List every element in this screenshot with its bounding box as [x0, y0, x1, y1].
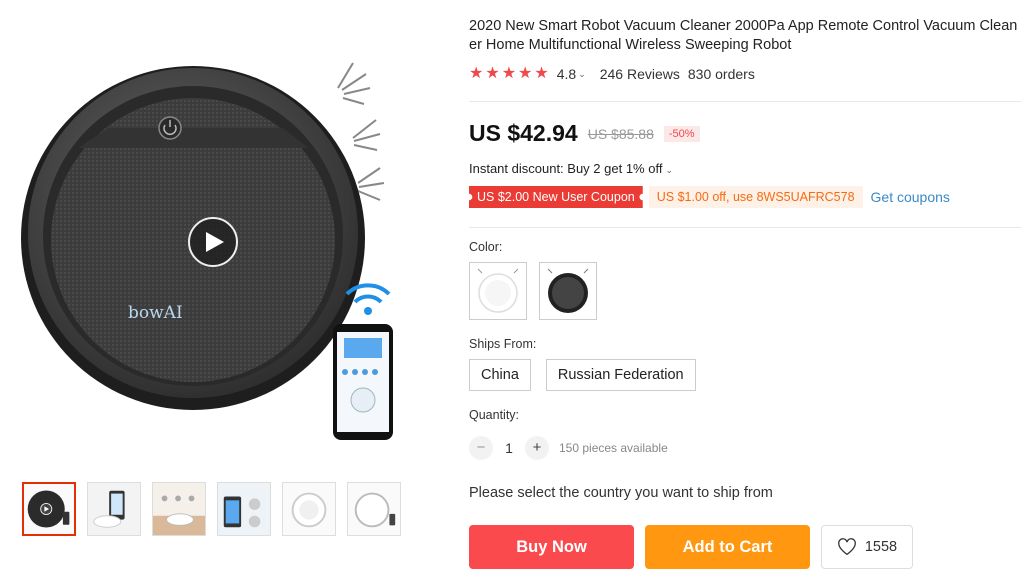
thumbnail-2[interactable]	[87, 482, 141, 536]
original-price: US $85.88	[587, 125, 654, 142]
quantity-decrease-button[interactable]: −	[469, 436, 493, 460]
stock-available: 150 pieces available	[559, 441, 668, 455]
thumbnail-4[interactable]	[217, 482, 271, 536]
ships-from-label: Ships From:	[469, 337, 537, 351]
chevron-down-icon[interactable]: ⌄	[578, 69, 586, 80]
thumbnail-6[interactable]	[347, 482, 401, 536]
quantity-input[interactable]: 1	[493, 440, 525, 456]
instant-discount-text: Instant discount: Buy 2 get 1% off	[469, 161, 663, 176]
instant-discount[interactable]: Instant discount: Buy 2 get 1% off ⌄	[469, 161, 687, 176]
chevron-down-icon: ⌄	[665, 165, 673, 175]
color-swatches	[469, 262, 597, 320]
rating-row: ★ ★ ★ ★ ★ 4.8 ⌄ 246 Reviews 830 orders	[469, 66, 755, 83]
svg-text:bowAI: bowAI	[128, 303, 183, 323]
price-row: US $42.94 US $85.88 -50%	[469, 120, 700, 147]
shipping-note: Please select the country you want to sh…	[469, 485, 773, 501]
action-buttons: Buy Now Add to Cart 1558	[469, 525, 913, 569]
ships-from-china[interactable]: China	[469, 359, 531, 391]
discount-badge: -50%	[663, 125, 700, 142]
main-product-image[interactable]: bowAI	[8, 8, 428, 458]
thumbnail-5[interactable]	[282, 482, 336, 536]
quantity-stepper: − 1 + 150 pieces available	[469, 436, 668, 460]
star-rating[interactable]: ★ ★ ★ ★ ★	[469, 66, 549, 82]
thumbnail-1[interactable]	[22, 482, 76, 536]
store-coupon[interactable]: US $1.00 off, use 8WS5UAFRC578	[648, 186, 863, 208]
ships-from-russia[interactable]: Russian Federation	[545, 359, 696, 391]
thumbnail-strip	[22, 482, 401, 536]
wishlist-count: 1558	[864, 539, 898, 555]
orders-count: 830 orders	[687, 66, 755, 82]
thumbnail-3[interactable]	[152, 482, 206, 536]
rating-value[interactable]: 4.8	[557, 66, 576, 82]
get-coupons-link[interactable]: Get coupons	[871, 189, 950, 205]
divider	[469, 227, 1021, 228]
star-icon: ★	[485, 65, 500, 82]
quantity-label: Quantity:	[469, 408, 520, 422]
reviews-link[interactable]: 246 Reviews	[600, 66, 680, 82]
star-icon: ★	[469, 65, 484, 82]
add-to-cart-button[interactable]: Add to Cart	[645, 525, 810, 569]
color-option-black[interactable]	[539, 262, 597, 320]
heart-icon	[838, 538, 856, 556]
star-icon: ★	[534, 65, 549, 82]
star-icon: ★	[501, 65, 517, 82]
color-option-white[interactable]	[469, 262, 527, 320]
divider	[469, 101, 1021, 102]
new-user-coupon[interactable]: US $2.00 New User Coupon	[469, 186, 643, 208]
ships-from-options: China Russian Federation	[469, 359, 696, 391]
current-price: US $42.94	[469, 120, 578, 146]
buy-now-button[interactable]: Buy Now	[469, 525, 634, 569]
color-label: Color:	[469, 240, 503, 254]
star-icon: ★	[518, 65, 533, 82]
product-title: 2020 New Smart Robot Vacuum Cleaner 2000…	[469, 18, 1018, 53]
quantity-increase-button[interactable]: +	[525, 436, 549, 460]
wishlist-button[interactable]: 1558	[821, 525, 913, 569]
coupon-row: US $2.00 New User Coupon US $1.00 off, u…	[469, 186, 950, 208]
